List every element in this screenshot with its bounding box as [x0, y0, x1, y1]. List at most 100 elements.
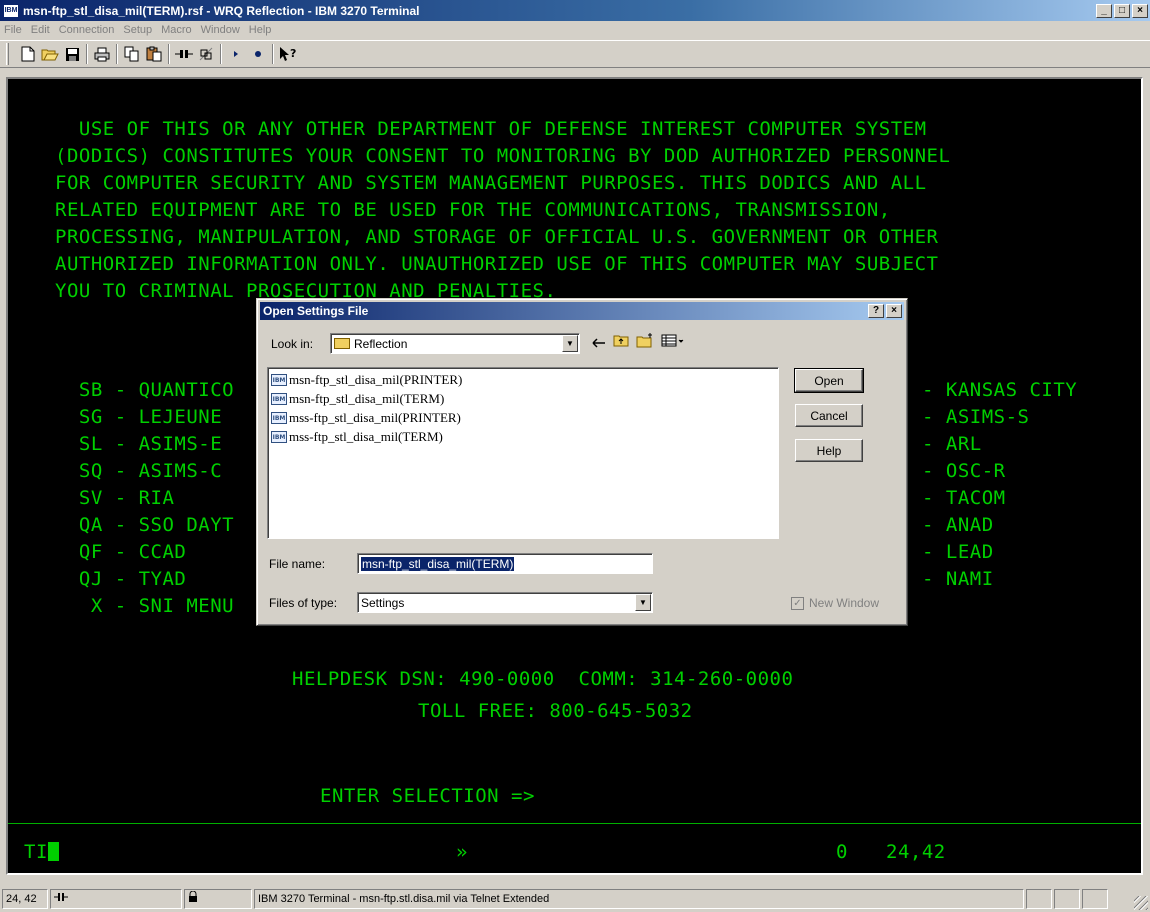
menu-file[interactable]: File [4, 24, 22, 36]
toolbar: ? [0, 40, 1150, 68]
menu-option: - NAMI [922, 568, 994, 590]
status-description: IBM 3270 Terminal - msn-ftp.stl.disa.mil… [254, 888, 1024, 909]
file-name-label: File name: [269, 557, 326, 571]
new-window-checkbox[interactable]: ✓ New Window [791, 596, 879, 610]
banner-line: PROCESSING, MANIPULATION, AND STORAGE OF… [55, 226, 939, 248]
menu-option: SV - RIA [55, 487, 175, 509]
connect-icon[interactable] [173, 43, 195, 65]
toolbar-separator [220, 44, 222, 64]
new-window-label: New Window [809, 596, 880, 610]
context-help-icon[interactable]: ? [277, 43, 299, 65]
toolbar-separator [168, 44, 170, 64]
toolbar-separator [86, 44, 88, 64]
lock-icon [188, 890, 198, 906]
back-icon[interactable] [589, 335, 609, 351]
menu-option: QF - CCAD [55, 541, 187, 563]
file-name-value: msn-ftp_stl_disa_mil(TERM) [361, 556, 515, 571]
status-connection [50, 888, 182, 909]
dialog-title-bar: Open Settings File ? × [260, 302, 904, 320]
file-item-name: mss-ftp_stl_disa_mil(PRINTER) [289, 410, 461, 425]
file-item[interactable]: IBM mss-ftp_stl_disa_mil(TERM) [271, 428, 443, 446]
close-button[interactable]: × [1132, 3, 1148, 18]
dialog-close-button[interactable]: × [886, 304, 902, 318]
file-item[interactable]: IBM msn-ftp_stl_disa_mil(TERM) [271, 390, 444, 408]
up-folder-icon[interactable] [611, 334, 631, 350]
disconnect-icon[interactable] [195, 43, 217, 65]
cursor-position: 24,42 [886, 841, 946, 863]
menu-help[interactable]: Help [249, 24, 272, 36]
file-list[interactable]: IBM msn-ftp_stl_disa_mil(PRINTER) IBM ms… [267, 367, 779, 539]
chevron-down-icon[interactable]: ▼ [635, 594, 651, 611]
open-icon[interactable] [39, 43, 61, 65]
settings-file-icon: IBM [271, 412, 287, 424]
cancel-button[interactable]: Cancel [795, 404, 863, 427]
terminal-status-indicator: TI [24, 839, 59, 865]
file-name-input[interactable]: msn-ftp_stl_disa_mil(TERM) [357, 553, 653, 574]
status-rule [8, 823, 1141, 824]
menu-window[interactable]: Window [201, 24, 240, 36]
files-of-type-combo[interactable]: Settings ▼ [357, 592, 653, 613]
menu-option: SG - LEJEUNE [55, 406, 223, 428]
maximize-button[interactable]: □ [1114, 3, 1130, 18]
file-item-name: msn-ftp_stl_disa_mil(PRINTER) [289, 372, 463, 387]
status-pane [1026, 888, 1052, 909]
open-settings-dialog: Open Settings File ? × Look in: Reflecti… [256, 298, 908, 626]
resize-grip[interactable] [1134, 896, 1148, 910]
status-lock [184, 888, 252, 909]
status-cursor-pos: 24, 42 [2, 888, 48, 909]
files-of-type-label: Files of type: [269, 596, 338, 610]
new-folder-icon[interactable] [635, 333, 655, 351]
settings-file-icon: IBM [271, 374, 287, 386]
menu-edit[interactable]: Edit [31, 24, 50, 36]
look-in-combo[interactable]: Reflection ▼ [330, 333, 580, 354]
menu-option: - ARL [922, 433, 982, 455]
dialog-title: Open Settings File [263, 304, 369, 318]
menu-connection[interactable]: Connection [59, 24, 115, 36]
help-button[interactable]: Help [795, 439, 863, 462]
checkmark-icon: ✓ [791, 596, 804, 610]
toolbar-grip[interactable] [6, 43, 9, 65]
menu-option: - TACOM [922, 487, 1006, 509]
settings-file-icon: IBM [271, 431, 287, 443]
file-item-name: msn-ftp_stl_disa_mil(TERM) [289, 391, 445, 406]
file-item[interactable]: IBM mss-ftp_stl_disa_mil(PRINTER) [271, 409, 461, 427]
chevron-down-icon[interactable]: ▼ [562, 335, 578, 352]
helpdesk-line: HELPDESK DSN: 490-0000 COMM: 314-260-000… [292, 668, 794, 690]
cursor-block [47, 842, 59, 861]
file-item[interactable]: IBM msn-ftp_stl_disa_mil(PRINTER) [271, 371, 462, 389]
menu-option: QA - SSO DAYT [55, 514, 235, 536]
menu-option: QJ - TYAD [55, 568, 187, 590]
menu-option: X - SNI MENU [55, 595, 235, 617]
minimize-button[interactable]: _ [1096, 3, 1112, 18]
view-menu-icon[interactable] [659, 334, 687, 350]
new-icon[interactable] [17, 43, 39, 65]
menu-setup[interactable]: Setup [123, 24, 152, 36]
insert-indicator: » [456, 841, 468, 863]
dialog-help-button[interactable]: ? [868, 304, 884, 318]
print-icon[interactable] [91, 43, 113, 65]
settings-file-icon: IBM [271, 393, 287, 405]
record-macro-icon[interactable] [247, 43, 269, 65]
banner-line: USE OF THIS OR ANY OTHER DEPARTMENT OF D… [55, 118, 927, 140]
menu-macro[interactable]: Macro [161, 24, 192, 36]
toolbar-separator [272, 44, 274, 64]
save-icon[interactable] [61, 43, 83, 65]
menu-option: - ANAD [922, 514, 994, 536]
title-bar: IBM msn-ftp_stl_disa_mil(TERM).rsf - WRQ… [0, 0, 1150, 21]
copy-icon[interactable] [121, 43, 143, 65]
paste-icon[interactable] [143, 43, 165, 65]
connection-icon [54, 892, 68, 905]
files-of-type-value: Settings [361, 595, 405, 610]
play-macro-icon[interactable] [225, 43, 247, 65]
menu-bar: File Edit Connection Setup Macro Window … [0, 21, 1150, 39]
menu-option: - LEAD [922, 541, 994, 563]
svg-text:?: ? [290, 47, 296, 60]
menu-option: SL - ASIMS-E [55, 433, 223, 455]
menu-option: SB - QUANTICO [55, 379, 235, 401]
status-bar: 24, 42 IBM 3270 Terminal - msn-ftp.stl.d… [0, 885, 1150, 912]
open-button[interactable]: Open [794, 368, 864, 393]
banner-line: AUTHORIZED INFORMATION ONLY. UNAUTHORIZE… [55, 253, 939, 275]
menu-option: - ASIMS-S [922, 406, 1030, 428]
app-icon[interactable]: IBM [3, 3, 19, 18]
menu-option: - KANSAS CITY [922, 379, 1078, 401]
